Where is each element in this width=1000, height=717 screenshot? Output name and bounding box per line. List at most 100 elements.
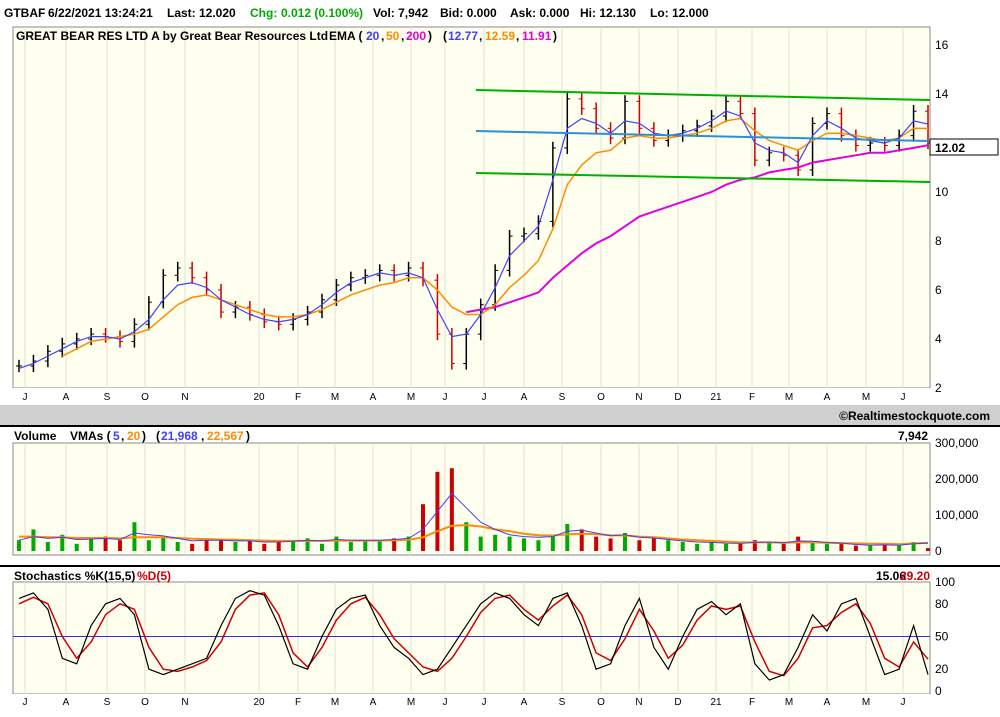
volume-bar (926, 548, 930, 551)
ema-values-open-paren: ( (443, 29, 447, 43)
volume-bar (579, 529, 584, 551)
volume-bar (320, 543, 324, 551)
low-quote: Lo: 12.000 (650, 6, 709, 20)
volume-y-tick-label: 100,000 (935, 508, 979, 522)
stoch-y-axis: 0 20 50 80 100 (935, 575, 955, 698)
volume-bar (651, 538, 656, 551)
stoch-y-tick-label: 50 (935, 630, 949, 644)
price-x-tick-label: M (862, 392, 870, 403)
price-x-tick-label: J (23, 392, 28, 403)
volume-bar (637, 540, 642, 551)
volume-bar (190, 543, 195, 551)
vma-values-close-paren: ) (246, 429, 250, 443)
volume-bar (738, 543, 743, 551)
vma-values-open-paren: ( (156, 429, 160, 443)
price-x-tick-label: 21 (710, 392, 722, 403)
price-x-tick-label: M (407, 392, 415, 403)
price-y-tick-label: 16 (935, 38, 949, 52)
stoch-x-tick-label: N (635, 697, 642, 708)
price-x-tick-label: O (141, 392, 149, 403)
volume-bar (666, 540, 671, 551)
volume-bar (161, 536, 166, 551)
volume-bar (868, 545, 873, 551)
stoch-x-tick-label: D (674, 697, 681, 708)
stoch-x-tick-label: S (559, 697, 566, 708)
ask-quote: Ask: 0.000 (510, 6, 570, 20)
change-label: Chg: (250, 6, 277, 20)
volume-y-axis: 0 100,000 200,000 300,000 (935, 436, 979, 558)
volume-bar (219, 540, 223, 551)
price-x-tick-label: M (785, 392, 793, 403)
volume-bar (695, 543, 700, 551)
price-y-tick-label: 4 (935, 332, 942, 346)
price-x-tick-label: A (370, 392, 377, 403)
ema-comma: , (479, 29, 482, 43)
last-volume: 7,942 (898, 429, 928, 443)
price-x-tick-label: F (749, 392, 755, 403)
stoch-x-tick-label: M (407, 697, 415, 708)
price-x-tick-label: A (521, 392, 528, 403)
volume-bar (781, 543, 786, 551)
vma-label: VMAs ( (70, 429, 111, 443)
price-x-tick-label: O (597, 392, 605, 403)
price-x-tick-label: N (635, 392, 642, 403)
volume-bar (709, 542, 714, 551)
volume-bar (464, 522, 469, 551)
last-price-tag-text: 12.02 (935, 141, 965, 155)
volume-bar (449, 468, 454, 551)
stoch-x-tick-label: O (141, 697, 149, 708)
volume-bar (825, 543, 829, 551)
volume-bar (45, 542, 50, 551)
stoch-y-tick-label: 0 (935, 684, 942, 698)
ema-label: EMA ( (329, 29, 363, 43)
volume-bar (897, 545, 902, 551)
volume-bar (89, 538, 94, 551)
volume-bar (363, 540, 368, 551)
ema-comma: , (381, 29, 384, 43)
stoch-d-title: %D(5) (137, 569, 171, 583)
stoch-x-tick-label: S (104, 697, 111, 708)
change-value: 0.012 (0.100%) (281, 6, 363, 20)
price-y-tick-label: 8 (935, 234, 942, 248)
price-x-tick-label: S (104, 392, 111, 403)
price-x-tick-label: J (901, 392, 906, 403)
stoch-x-tick-label: A (521, 697, 528, 708)
volume-bar (146, 540, 151, 551)
chart-window: GTBAF 6/22/2021 13:24:21 Last: 12.020 Ch… (0, 0, 1000, 712)
volume-bar (247, 540, 252, 551)
stoch-x-tick-label: M (785, 697, 793, 708)
stoch-x-tick-label: 20 (253, 697, 265, 708)
stoch-x-tick-label: F (749, 697, 755, 708)
stoch-d-value: 29.20 (900, 569, 930, 583)
price-y-tick-label: 10 (935, 185, 949, 199)
price-x-tick-label: S (559, 392, 566, 403)
price-x-tick-label: A (824, 392, 831, 403)
volume-y-tick-label: 0 (935, 544, 942, 558)
price-y-tick-label: 2 (935, 381, 942, 395)
vma-close-paren: ) (142, 429, 146, 443)
stoch-x-tick-label: M (331, 697, 339, 708)
volume-bar (680, 542, 685, 551)
volume-bar (594, 536, 599, 551)
volume-bar (853, 545, 858, 551)
price-x-tick-label: F (295, 392, 301, 403)
vma5-value: 21,968 (161, 429, 198, 443)
volume-bar (233, 542, 238, 551)
volume-title: Volume (14, 429, 57, 443)
volume-bar (276, 542, 281, 551)
volume-bar (334, 536, 339, 551)
volume-bar (348, 542, 353, 551)
price-x-tick-label: A (63, 392, 70, 403)
volume-bar (724, 543, 728, 551)
stoch-y-tick-label: 100 (935, 575, 955, 589)
volume-legend: Volume VMAs ( 5 , 20 ) ( 21,968 , 22,567… (14, 429, 928, 443)
volume-bar (74, 543, 79, 551)
bid-quote: Bid: 0.000 (440, 6, 497, 20)
vma20-period: 20 (127, 429, 141, 443)
vma-comma: , (121, 429, 124, 443)
stoch-x-tick-label: A (824, 697, 831, 708)
price-plot-area (12, 26, 931, 389)
volume-quote: Vol: 7,942 (373, 6, 428, 20)
volume-bar (17, 540, 21, 551)
stoch-k-title: Stochastics %K(15,5) (14, 569, 135, 583)
